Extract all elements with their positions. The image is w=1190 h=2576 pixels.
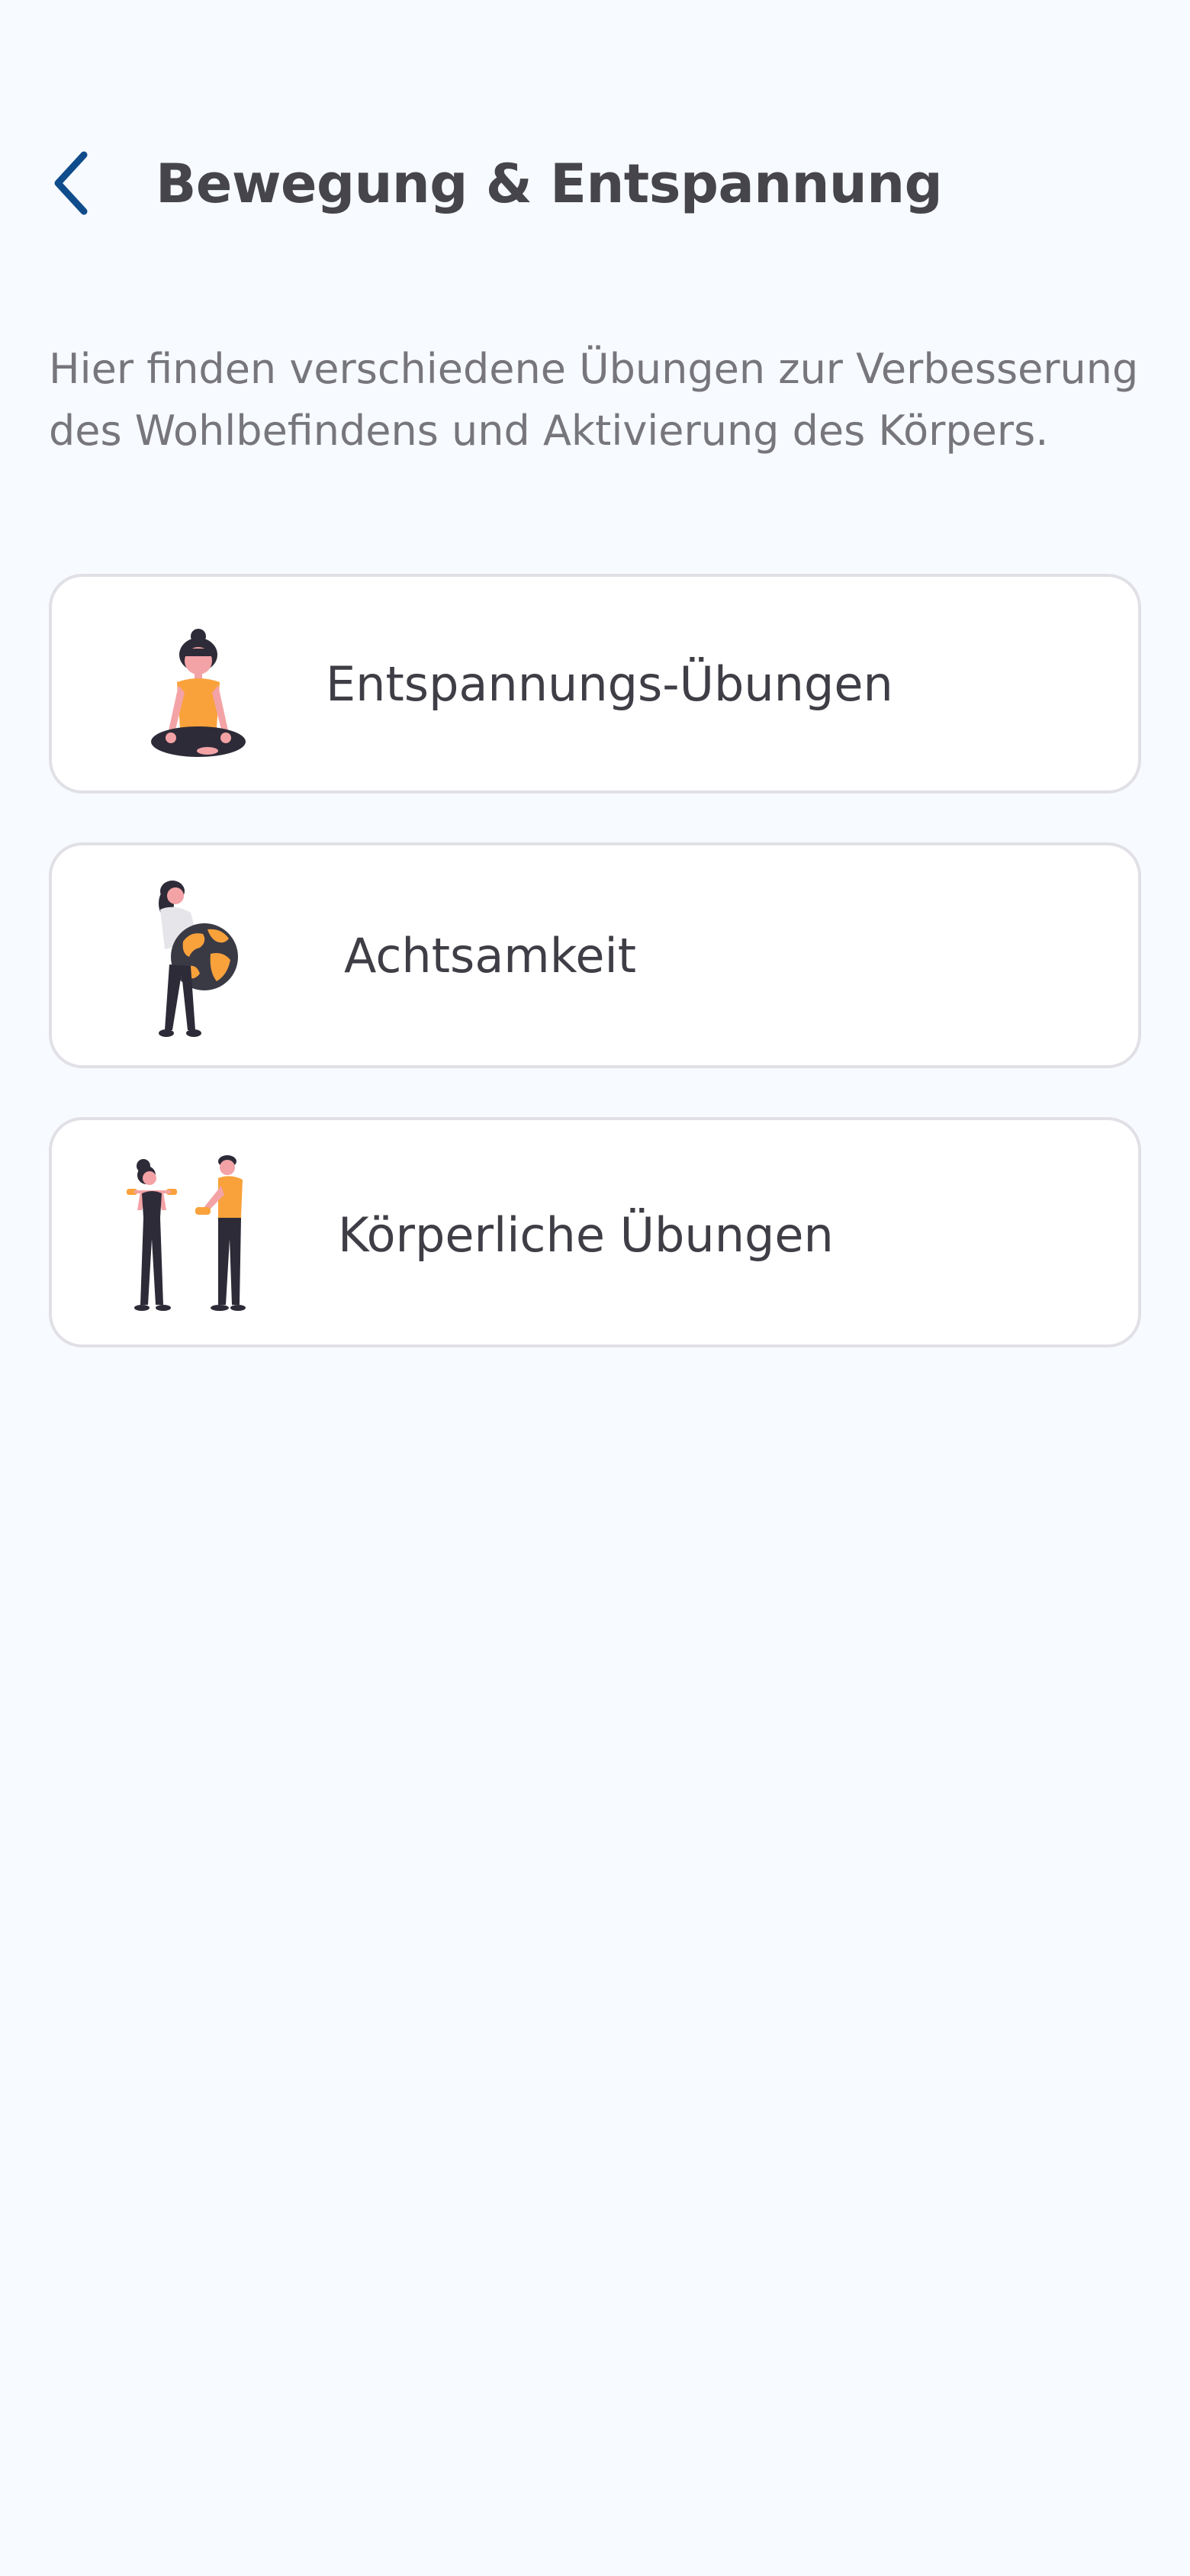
chevron-left-icon xyxy=(54,151,88,215)
exercise-illustration xyxy=(119,1155,272,1323)
intro-text: Hier finden verschiedene Übungen zur Ver… xyxy=(49,345,1139,455)
header: Bewegung & Entspannung xyxy=(0,122,1190,244)
card-entspannungs-uebungen[interactable]: Entspannungs-Übungen xyxy=(49,574,1141,794)
card-label: Körperliche Übungen xyxy=(338,1207,834,1263)
page: Bewegung & Entspannung Hier finden versc… xyxy=(0,0,1190,2576)
card-label: Entspannungs-Übungen xyxy=(326,656,893,712)
card-achtsamkeit[interactable]: Achtsamkeit xyxy=(49,842,1141,1068)
page-title: Bewegung & Entspannung xyxy=(156,153,943,215)
card-koerperliche-uebungen[interactable]: Körperliche Übungen xyxy=(49,1117,1141,1348)
card-label: Achtsamkeit xyxy=(344,928,637,984)
back-button[interactable] xyxy=(34,145,110,221)
globe-illustration xyxy=(143,881,243,1042)
meditation-illustration xyxy=(140,627,255,765)
